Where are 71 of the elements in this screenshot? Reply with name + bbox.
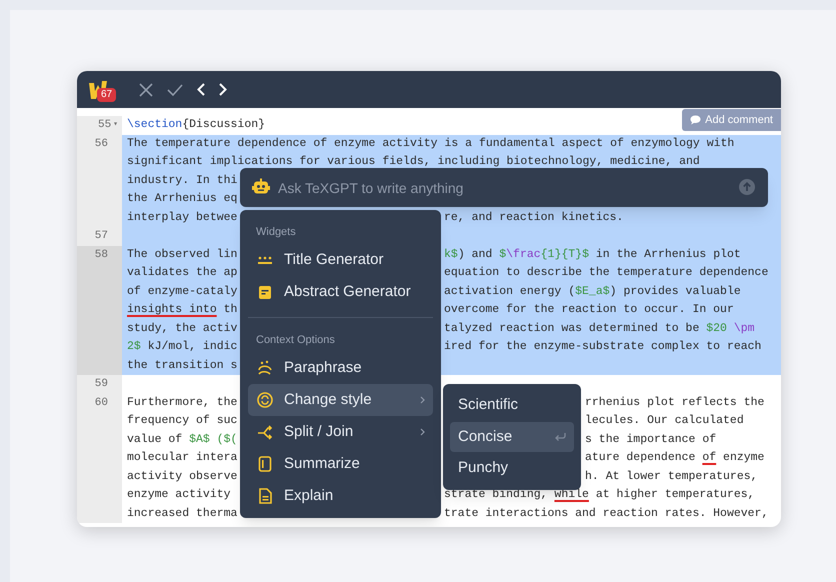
note-icon [256, 284, 274, 302]
return-key-icon [554, 432, 566, 442]
robot-icon [252, 178, 270, 196]
menu-section-heading: Context Options [255, 332, 336, 348]
chevron-left-icon[interactable] [197, 83, 205, 96]
chevron-right-icon [420, 428, 425, 436]
code-text: lecules. Our calculated [585, 413, 744, 429]
line-number: 59 [94, 377, 108, 392]
code-text: h. At lower temperatures, [585, 468, 758, 484]
speech-bubble-icon [690, 115, 702, 125]
code-text: activation energy ($E_a$) provides valuable [444, 284, 741, 300]
code-text: s the importance of [585, 432, 716, 448]
code-text: talyzed reaction was determined to be $20 \pm [444, 320, 755, 336]
fold-toggle[interactable]: ▾ [113, 116, 118, 134]
document-icon [256, 455, 274, 473]
code-text: insights into th [127, 302, 238, 318]
code-text: 2$ kJ/mol, indic [127, 339, 238, 355]
menu-item[interactable]: Split / Join [248, 416, 433, 448]
menu-item[interactable]: Paraphrase [248, 352, 433, 384]
code-text: ired for the enzyme-substrate complex to reach [444, 339, 762, 355]
gutter-cell [77, 504, 122, 523]
line-number: 60 [94, 396, 108, 410]
code-text: frequency of suc [127, 413, 238, 429]
menu-item[interactable]: Summarize [248, 448, 433, 480]
line-number: 58 [94, 248, 108, 262]
check-icon[interactable] [167, 84, 183, 96]
menu-item[interactable]: Explain [248, 480, 433, 512]
code-text: increased therma [127, 506, 238, 522]
submenu-item[interactable]: Scientific [450, 391, 574, 420]
submenu-item[interactable]: Concise [450, 422, 574, 452]
code-text: rrhenius plot reflects the [585, 394, 764, 410]
code-text: molecular intera [127, 450, 238, 466]
notification-badge: 67 [97, 88, 116, 102]
code-text: the Arrhenius eq [127, 191, 238, 207]
ask-input-field[interactable]: Ask TeXGPT to write anything [240, 168, 768, 207]
code-text: k$) and $\frac{1}{T}$ in the Arrhenius plot [444, 246, 741, 262]
code-text: Furthermore, the [127, 394, 238, 410]
code-text: study, the activ [127, 320, 238, 336]
code-text: equation to describe the temperature dependence [444, 265, 768, 281]
code-text: industry. In thi [127, 172, 238, 188]
text-document-icon [256, 487, 274, 505]
code-text: the transition s [127, 358, 238, 374]
menu-section-heading: Widgets [255, 225, 297, 240]
code-text: value of $A$ ($( [127, 432, 238, 448]
submenu-item[interactable]: Punchy [450, 454, 574, 483]
code-text: significant implications for various fields, including biotechnology, medicine, and [127, 154, 700, 170]
chevron-right-icon[interactable] [219, 83, 227, 96]
split-arrows-icon [256, 423, 274, 441]
code-text: The temperature dependence of enzyme activity is a fundamental aspect of enzymology with [127, 136, 734, 152]
close-icon[interactable] [139, 82, 153, 96]
code-text: activity observe [127, 468, 238, 484]
menu-item[interactable]: Title Generator [248, 244, 433, 276]
code-text: \section{Discussion} [127, 117, 266, 133]
code-text: ature dependence of enzyme [585, 450, 764, 466]
code-text: of enzyme-cataly [127, 284, 238, 300]
code-text: trate interactions and reaction rates. However, [444, 506, 768, 522]
menu-item[interactable]: Abstract Generator [248, 276, 433, 308]
line-number: 55 [98, 118, 112, 133]
code-text: overcome for the reaction to occur. In our [444, 302, 734, 318]
code-text: interplay betwee [127, 210, 238, 226]
menu-item[interactable]: Change style [248, 384, 433, 416]
code-text: enzyme activity [127, 487, 231, 503]
line-number: 57 [94, 229, 108, 244]
sparkle-arrows-icon [256, 359, 274, 377]
line-number: 56 [94, 136, 108, 152]
chevron-right-icon [420, 396, 425, 404]
circular-arrows-icon [256, 391, 274, 409]
code-text: validates the ap [127, 265, 238, 281]
code-text: The observed lin [127, 246, 238, 262]
gutter-cell [77, 356, 122, 375]
code-text: re, and reaction kinetics. [444, 210, 624, 226]
